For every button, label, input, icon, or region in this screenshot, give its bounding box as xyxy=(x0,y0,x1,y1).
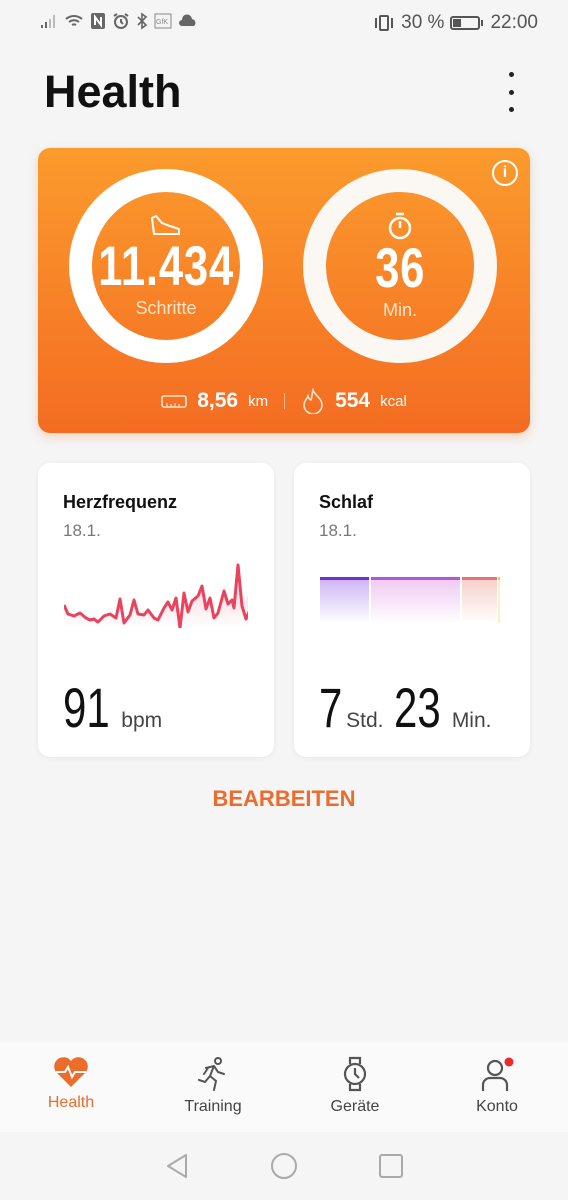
nav-account[interactable]: Konto xyxy=(426,1042,568,1132)
nfc-icon xyxy=(91,13,105,29)
nav-training[interactable]: Training xyxy=(142,1042,284,1132)
battery-icon xyxy=(450,16,484,30)
bluetooth-icon xyxy=(137,12,148,30)
minutes-value: 36 xyxy=(374,235,426,299)
sleep-card[interactable]: Schlaf 18.1. 7 Std. 23 Min. xyxy=(294,463,530,757)
home-icon[interactable] xyxy=(270,1152,298,1180)
flame-icon xyxy=(303,388,323,414)
nav-label: Training xyxy=(184,1098,242,1115)
notification-badge xyxy=(504,1057,514,1067)
heart-rate-card[interactable]: Herzfrequenz 18.1. 91 bpm xyxy=(38,463,274,757)
hours-unit: Std. xyxy=(346,709,384,732)
light-sleep-segment xyxy=(371,577,460,623)
battery-percent: 30 % xyxy=(401,12,445,33)
heart-rate-value: 91 bpm xyxy=(63,675,162,740)
heart-rate-sparkline xyxy=(64,563,248,628)
alarm-icon xyxy=(113,13,129,29)
dot-icon xyxy=(508,89,514,95)
system-nav-bar xyxy=(0,1132,568,1200)
dot-icon xyxy=(508,72,514,77)
nav-devices[interactable]: Geräte xyxy=(284,1042,426,1132)
card-title: Herzfrequenz xyxy=(63,492,178,512)
back-icon[interactable] xyxy=(164,1152,190,1180)
minutes-ring: 36 Min. xyxy=(303,169,497,363)
info-icon[interactable]: i xyxy=(492,160,518,186)
divider xyxy=(284,393,286,409)
minutes-unit: Min. xyxy=(451,709,492,732)
distance-value: 8,56 xyxy=(197,389,239,412)
minutes-label: Min. xyxy=(382,299,417,320)
bpm-unit: bpm xyxy=(121,709,163,732)
page-title: Health xyxy=(44,66,182,117)
status-bar: GfK 30 % 22:00 xyxy=(0,0,568,48)
nav-label: Konto xyxy=(476,1098,518,1115)
calories-unit: kcal xyxy=(380,392,407,410)
vibrate-icon xyxy=(375,15,394,31)
gfk-icon: GfK xyxy=(154,13,172,29)
rem-sleep-segment xyxy=(462,577,497,623)
activity-card[interactable]: i 11.434 Schritte 36 Min. 8,56 km 554 kcal xyxy=(38,148,530,433)
nav-health[interactable]: Health xyxy=(0,1042,142,1132)
nav-label: Geräte xyxy=(330,1098,380,1115)
card-date: 18.1. xyxy=(319,521,357,540)
calories-value: 554 xyxy=(335,389,371,412)
watch-icon xyxy=(343,1056,367,1092)
signal-icon xyxy=(41,15,55,28)
cloud-icon xyxy=(179,14,196,26)
nav-label: Health xyxy=(47,1094,95,1111)
person-icon xyxy=(481,1057,514,1091)
card-title: Schlaf xyxy=(319,492,374,512)
ruler-icon xyxy=(161,395,187,408)
activity-summary: 8,56 km 554 kcal xyxy=(38,388,530,414)
bpm-number: 91 xyxy=(63,676,110,739)
status-icons-right: 30 % 22:00 xyxy=(373,12,538,34)
running-icon xyxy=(198,1057,225,1091)
heart-icon xyxy=(54,1057,88,1087)
clock: 22:00 xyxy=(490,12,538,33)
steps-label: Schritte xyxy=(135,297,197,318)
wifi-icon xyxy=(65,15,83,26)
sleep-chart xyxy=(320,577,500,623)
steps-ring: 11.434 Schritte xyxy=(69,169,263,363)
card-date: 18.1. xyxy=(63,521,101,540)
svg-text:GfK: GfK xyxy=(156,19,168,26)
steps-value: 11.434 xyxy=(98,233,234,297)
awake-segment xyxy=(498,577,500,623)
sleep-duration: 7 Std. 23 Min. xyxy=(319,675,492,740)
dot-icon xyxy=(508,107,514,112)
recents-icon[interactable] xyxy=(378,1153,404,1179)
status-icons-left: GfK xyxy=(40,12,198,30)
bottom-nav: Health Training Geräte Konto xyxy=(0,1042,568,1132)
deep-sleep-segment xyxy=(320,577,369,623)
sleep-minutes: 23 xyxy=(393,676,441,739)
more-menu-button[interactable] xyxy=(500,72,522,112)
distance-unit: km xyxy=(248,392,269,410)
edit-button[interactable]: BEARBEITEN xyxy=(0,786,568,812)
sleep-hours: 7 xyxy=(319,676,343,739)
